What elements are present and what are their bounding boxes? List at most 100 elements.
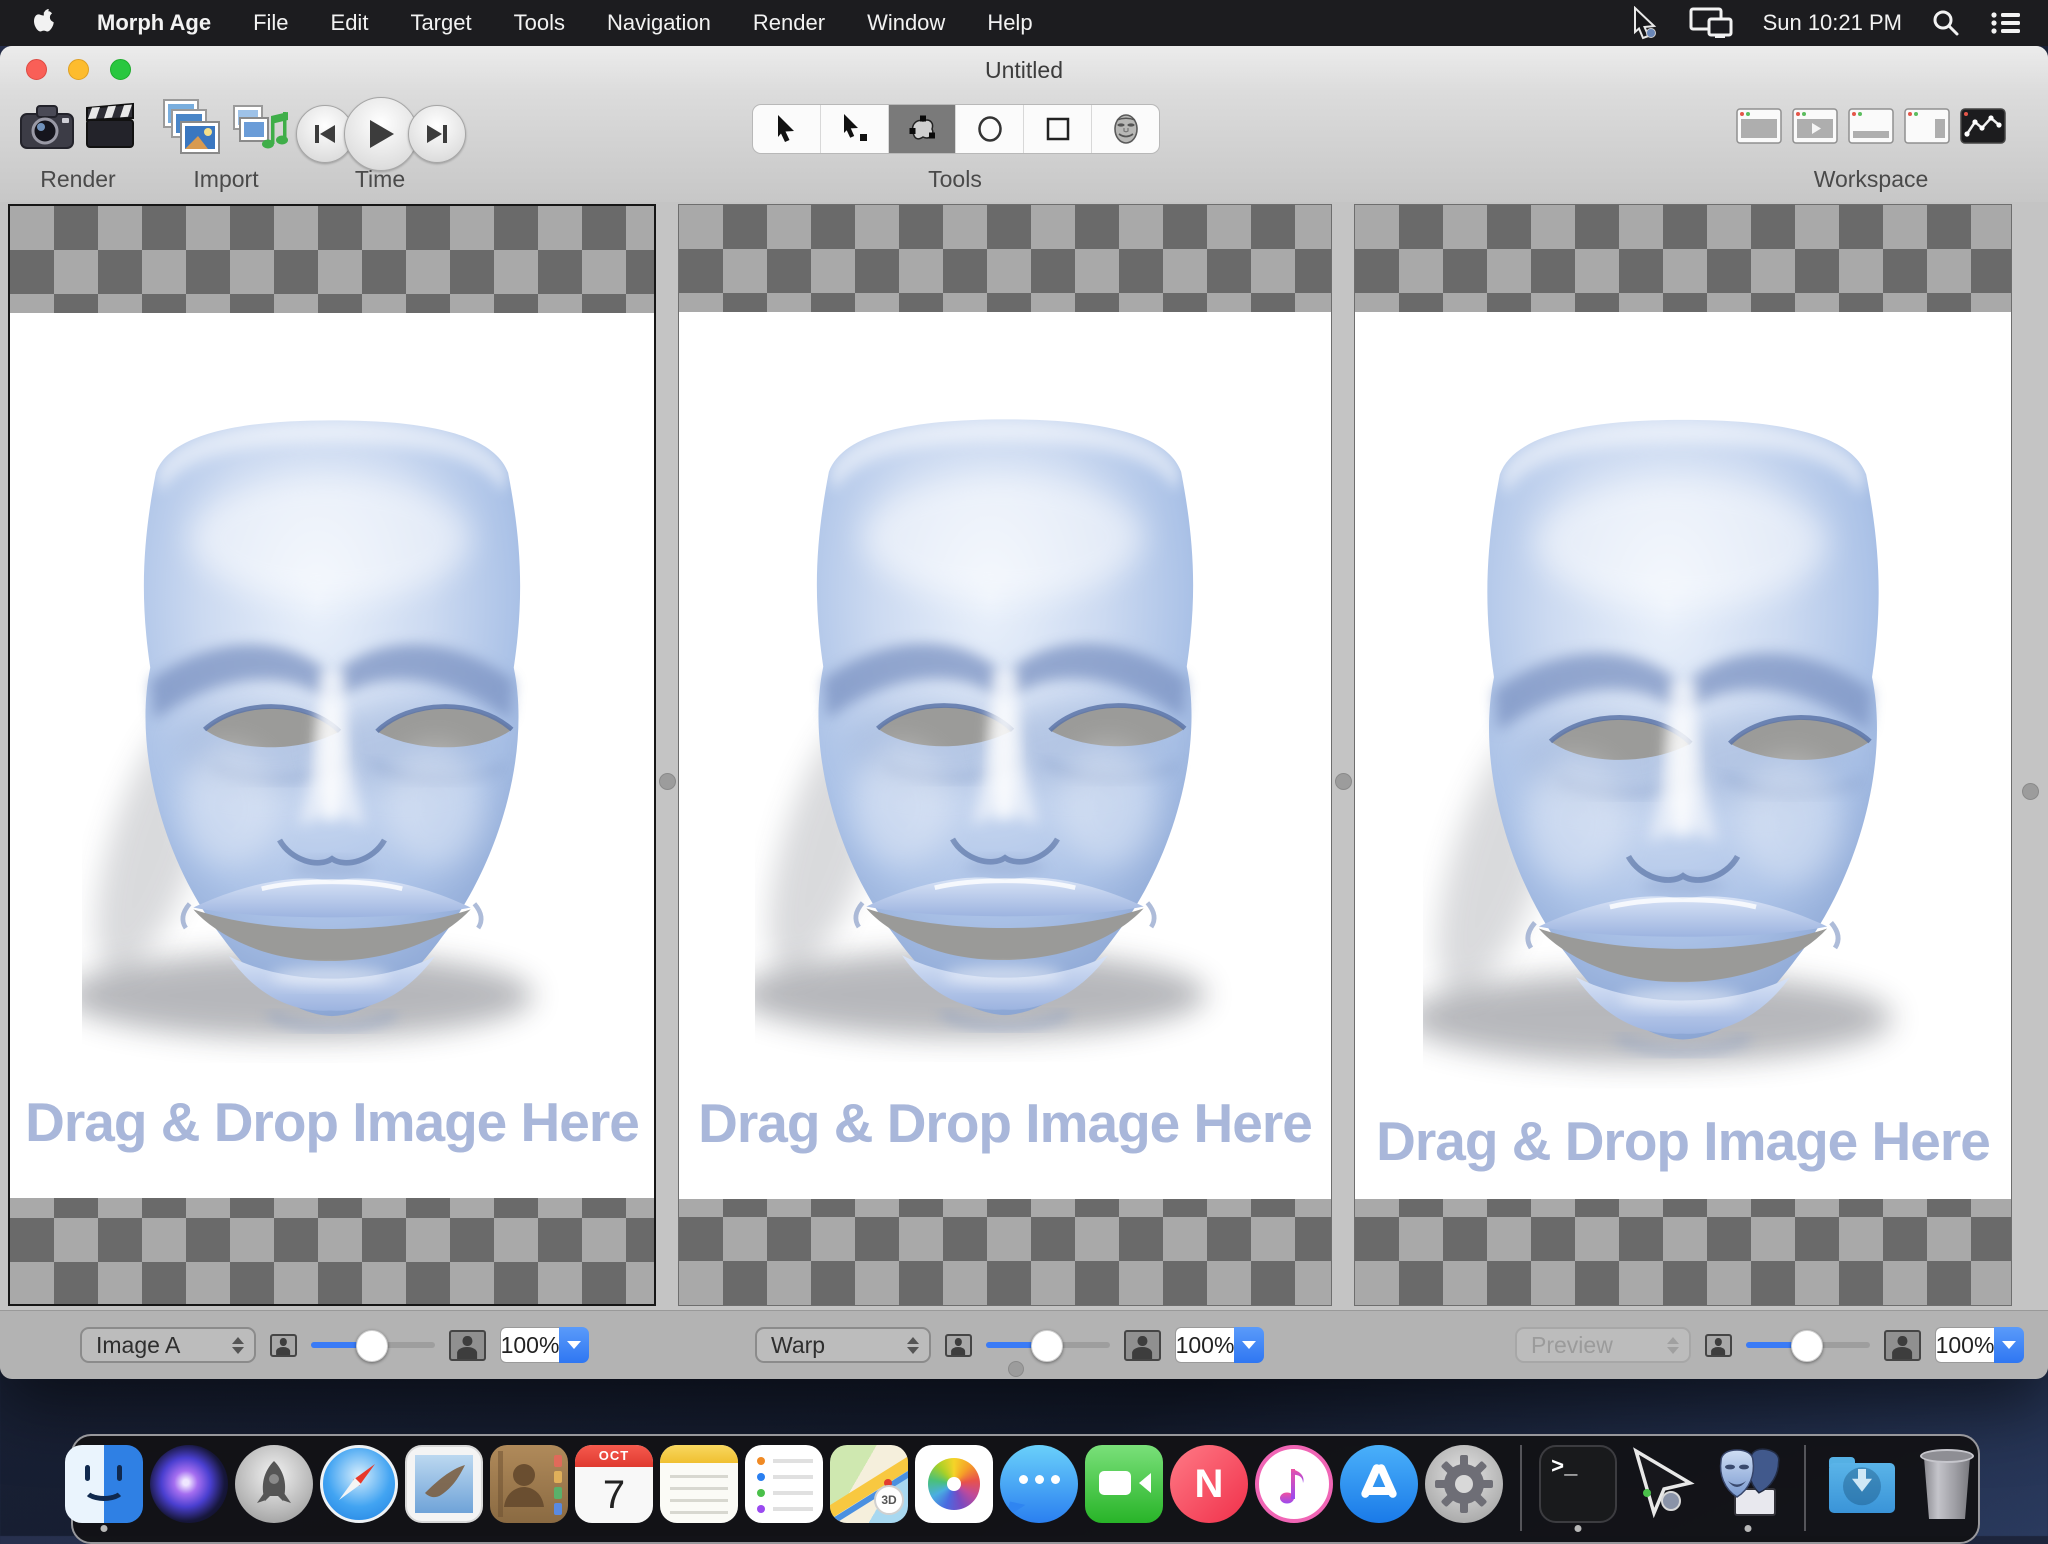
- dock-music[interactable]: [1255, 1445, 1333, 1523]
- image-a-mode-value: Image A: [96, 1332, 180, 1359]
- preview-zoom-field[interactable]: 100%: [1935, 1327, 1994, 1363]
- slider-knob[interactable]: [1791, 1330, 1823, 1362]
- dock-pointer-utility[interactable]: [1624, 1445, 1702, 1523]
- menu-navigation[interactable]: Navigation: [586, 0, 732, 46]
- dock-appstore[interactable]: [1340, 1445, 1418, 1523]
- warp-zoom-field[interactable]: 100%: [1175, 1327, 1234, 1363]
- dock-finder[interactable]: [65, 1445, 143, 1523]
- preview-canvas[interactable]: Drag & Drop Image Here: [1355, 312, 2011, 1199]
- image-a-view[interactable]: Drag & Drop Image Here: [8, 204, 656, 1306]
- dock-reminders[interactable]: [745, 1445, 823, 1523]
- dock-news[interactable]: N: [1170, 1445, 1248, 1523]
- select-tool-button[interactable]: [753, 105, 821, 153]
- splitter-handle-2[interactable]: [1335, 773, 1352, 790]
- menu-clock[interactable]: Sun 10:21 PM: [1763, 10, 1902, 36]
- spotlight-search-icon[interactable]: [1932, 9, 1960, 37]
- bottom-splitter-handle[interactable]: [1008, 1361, 1024, 1377]
- dock-notes[interactable]: [660, 1445, 738, 1523]
- preview-scale-slider[interactable]: [1746, 1330, 1870, 1360]
- dock: OCT 7 3D N: [71, 1434, 1980, 1544]
- morph-age-icon: [1709, 1445, 1787, 1523]
- toolbar: Render Import Time: [0, 92, 2048, 203]
- warp-mode-value: Warp: [771, 1332, 825, 1359]
- dock-siri[interactable]: [150, 1445, 228, 1523]
- mask-warp: [755, 350, 1255, 1062]
- dock-launchpad[interactable]: [235, 1445, 313, 1523]
- menu-app-name[interactable]: Morph Age: [76, 0, 232, 46]
- warp-zoom-menu-button[interactable]: [1234, 1327, 1264, 1363]
- dock-maps[interactable]: 3D: [830, 1445, 908, 1523]
- menu-edit[interactable]: Edit: [310, 0, 390, 46]
- play-button[interactable]: [344, 97, 418, 171]
- menu-tools[interactable]: Tools: [493, 0, 586, 46]
- image-a-canvas[interactable]: Drag & Drop Image Here: [10, 313, 654, 1198]
- apple-menu-icon[interactable]: [0, 9, 76, 37]
- contacts-icon: [490, 1445, 568, 1523]
- small-image-icon: [945, 1334, 972, 1357]
- menu-help[interactable]: Help: [966, 0, 1053, 46]
- workspace-timeline-view-button[interactable]: [1848, 108, 1894, 149]
- pointer-utility-menu-icon[interactable]: [1627, 6, 1659, 40]
- splitter-handle-1[interactable]: [659, 773, 676, 790]
- menu-window[interactable]: Window: [846, 0, 966, 46]
- workspace-buttons: [1736, 108, 2006, 149]
- import-images-button[interactable]: [158, 98, 222, 163]
- dock-calendar[interactable]: OCT 7: [575, 1445, 653, 1523]
- messages-icon: [1000, 1445, 1078, 1523]
- preview-mode-select[interactable]: Preview: [1515, 1327, 1691, 1363]
- facetime-icon: [1085, 1445, 1163, 1523]
- slider-knob[interactable]: [356, 1330, 388, 1362]
- go-to-end-button[interactable]: [408, 105, 466, 163]
- workspace-single-view-button[interactable]: [1736, 108, 1782, 149]
- warp-curve-tool-button[interactable]: [889, 105, 957, 153]
- menu-target[interactable]: Target: [389, 0, 492, 46]
- chevron-down-icon: [2002, 1341, 2016, 1349]
- mask-image-a: [82, 351, 582, 1063]
- splitter-handle-right[interactable]: [2022, 783, 2039, 800]
- running-indicator: [1575, 1525, 1582, 1532]
- direct-select-tool-button[interactable]: [821, 105, 889, 153]
- image-a-zoom-menu-button[interactable]: [559, 1327, 589, 1363]
- maps-icon: 3D: [830, 1445, 908, 1523]
- dock-mail[interactable]: [405, 1445, 483, 1523]
- notification-list-icon[interactable]: [1990, 9, 2022, 37]
- updown-chevron-icon: [1667, 1337, 1679, 1354]
- render-clapperboard-button[interactable]: [82, 98, 138, 159]
- slider-knob[interactable]: [1031, 1330, 1063, 1362]
- dock-morph-age[interactable]: [1709, 1445, 1787, 1523]
- dock-messages[interactable]: [1000, 1445, 1078, 1523]
- dock-contacts[interactable]: [490, 1445, 568, 1523]
- dock-divider: [1804, 1445, 1806, 1531]
- rectangle-tool-button[interactable]: [1024, 105, 1092, 153]
- chevron-down-icon: [1242, 1341, 1256, 1349]
- oval-tool-button[interactable]: [956, 105, 1024, 153]
- dock-safari[interactable]: [320, 1445, 398, 1523]
- image-a-zoom-field[interactable]: 100%: [500, 1327, 559, 1363]
- dock-photos[interactable]: [915, 1445, 993, 1523]
- warp-view[interactable]: Drag & Drop Image Here: [678, 204, 1332, 1306]
- warp-mode-select[interactable]: Warp: [755, 1327, 931, 1363]
- menu-render[interactable]: Render: [732, 0, 846, 46]
- pointer-utility-icon: [1624, 1445, 1702, 1523]
- preview-zoom-menu-button[interactable]: [1994, 1327, 2024, 1363]
- workspace-inspector-view-button[interactable]: [1904, 108, 1950, 149]
- dock-trash[interactable]: [1908, 1445, 1986, 1523]
- safari-icon: [320, 1445, 398, 1523]
- dock-terminal[interactable]: >_: [1539, 1445, 1617, 1523]
- render-movie-button[interactable]: [18, 98, 76, 159]
- screen-mirroring-menu-icon[interactable]: [1689, 7, 1733, 39]
- face-tool-button[interactable]: [1092, 105, 1159, 153]
- import-media-button[interactable]: [230, 98, 288, 159]
- dock-system-preferences[interactable]: [1425, 1445, 1503, 1523]
- menu-file[interactable]: File: [232, 0, 309, 46]
- workspace-curves-view-button[interactable]: [1960, 108, 2006, 149]
- image-a-scale-slider[interactable]: [311, 1330, 435, 1360]
- dock-facetime[interactable]: [1085, 1445, 1163, 1523]
- warp-scale-slider[interactable]: [986, 1330, 1110, 1360]
- warp-canvas[interactable]: Drag & Drop Image Here: [679, 312, 1331, 1199]
- workspace-player-view-button[interactable]: [1792, 108, 1838, 149]
- title-bar[interactable]: Untitled: [0, 46, 2048, 92]
- preview-view[interactable]: Drag & Drop Image Here: [1354, 204, 2012, 1306]
- image-a-mode-select[interactable]: Image A: [80, 1327, 256, 1363]
- dock-downloads[interactable]: [1823, 1445, 1901, 1523]
